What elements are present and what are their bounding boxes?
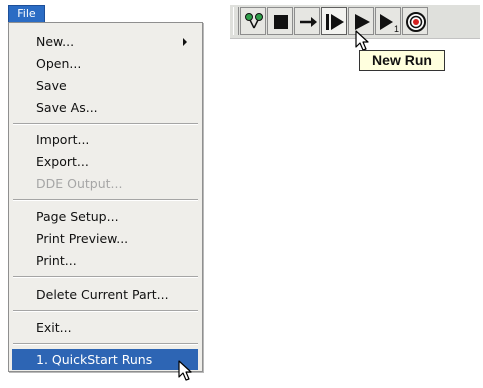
menu-item-save-as[interactable]: Save As...: [12, 97, 198, 118]
menu-divider: [13, 199, 198, 201]
menu-item-label: Open...: [36, 56, 82, 71]
file-menu-dropdown: New... Open... Save Save As... Import...…: [8, 22, 203, 372]
run-one-subscript: 1: [394, 24, 399, 34]
target-icon: [406, 12, 426, 32]
menu-item-page-setup[interactable]: Page Setup...: [12, 206, 198, 227]
run-one-button[interactable]: 1: [375, 7, 401, 35]
menu-item-label: Print...: [36, 253, 77, 268]
menu-item-label: Save As...: [36, 100, 98, 115]
menu-item-dde-output: DDE Output...: [12, 173, 198, 194]
branch-button[interactable]: [240, 7, 266, 35]
menu-item-import[interactable]: Import...: [12, 129, 198, 150]
screenshot-root: File New... Open... Save Save As... Impo…: [0, 0, 483, 388]
menu-item-open[interactable]: Open...: [12, 53, 198, 74]
menu-divider: [13, 123, 198, 125]
file-menu-button[interactable]: File: [8, 5, 45, 23]
menu-item-print-preview[interactable]: Print Preview...: [12, 228, 198, 249]
target-button[interactable]: [402, 7, 428, 35]
step-button[interactable]: [294, 7, 320, 35]
play-one-icon: 1: [380, 14, 399, 34]
menu-item-export[interactable]: Export...: [12, 151, 198, 172]
menu-divider: [13, 276, 198, 278]
menu-divider: [13, 310, 198, 312]
menu-item-label: Import...: [36, 132, 90, 147]
new-run-button[interactable]: [321, 7, 347, 35]
menu-item-label: Export...: [36, 154, 89, 169]
menu-item-print[interactable]: Print...: [12, 250, 198, 271]
menu-item-label: New...: [36, 34, 75, 49]
menu-item-delete-current-part[interactable]: Delete Current Part...: [12, 284, 198, 305]
new-run-icon: [326, 14, 344, 30]
menu-divider: [13, 343, 198, 345]
menu-item-label: DDE Output...: [36, 176, 123, 191]
menu-item-exit[interactable]: Exit...: [12, 317, 198, 338]
menu-item-label: Save: [36, 78, 67, 93]
menu-item-label: Print Preview...: [36, 231, 129, 246]
new-run-tooltip: New Run: [359, 50, 445, 71]
stop-icon: [274, 15, 288, 29]
arrow-right-icon: [300, 17, 317, 27]
menu-item-label: Page Setup...: [36, 209, 119, 224]
mouse-pointer-icon: [178, 360, 192, 381]
menu-item-save[interactable]: Save: [12, 75, 198, 96]
menu-item-recent-quickstart-runs[interactable]: 1. QuickStart Runs: [12, 349, 198, 370]
mouse-pointer-icon: [355, 30, 369, 51]
menu-item-new[interactable]: New...: [12, 31, 198, 52]
menu-item-label: Exit...: [36, 320, 72, 335]
toolbar-grip-handle[interactable]: [233, 7, 239, 35]
menu-item-label: Delete Current Part...: [36, 287, 169, 302]
branch-icon: [245, 13, 263, 29]
menu-item-label: 1. QuickStart Runs: [36, 352, 153, 367]
submenu-arrow-icon: [183, 38, 187, 46]
stop-button[interactable]: [267, 7, 293, 35]
